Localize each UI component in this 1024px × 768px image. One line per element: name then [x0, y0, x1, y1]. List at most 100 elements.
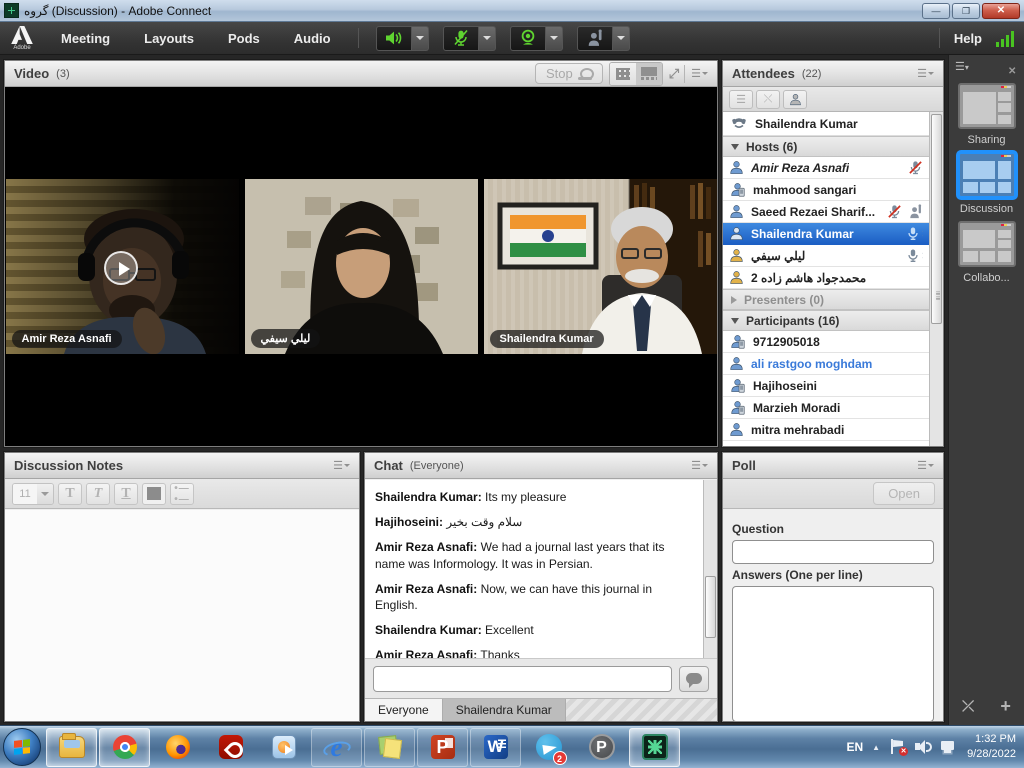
notes-pod-menu-icon[interactable] [333, 459, 350, 472]
attendee-row[interactable]: Marzieh Moradi [723, 397, 929, 419]
layout-thumb-sharing[interactable] [958, 83, 1016, 129]
layout-thumb-collaboration[interactable] [958, 221, 1016, 267]
set-status-button[interactable] [577, 26, 613, 51]
participants-section-header[interactable]: Participants (16) [723, 310, 929, 331]
restore-button[interactable] [952, 3, 980, 19]
attendee-list-view-icon[interactable]: ☰ [729, 90, 753, 109]
add-layout-icon[interactable]: + [1000, 696, 1011, 717]
microphone-button[interactable] [443, 26, 479, 51]
poll-answers-textarea[interactable] [732, 586, 934, 722]
attendee-row[interactable]: Hajihoseini [723, 375, 929, 397]
italic-button[interactable]: T [86, 483, 110, 505]
show-hidden-icons-arrow[interactable]: ▲ [872, 743, 880, 752]
network-icon[interactable] [941, 739, 958, 755]
menu-layouts[interactable]: Layouts [127, 31, 211, 46]
start-button[interactable] [3, 728, 41, 766]
attendees-pod-menu-icon[interactable] [917, 67, 934, 80]
taskbar-word-button[interactable]: W [470, 728, 521, 767]
chat-input[interactable] [373, 666, 672, 692]
attendee-status-view-icon[interactable] [783, 90, 807, 109]
taskbar-firefox-button[interactable] [152, 728, 203, 767]
help-menu[interactable]: Help [954, 31, 982, 46]
taskbar-mediaplayer-button[interactable] [258, 728, 309, 767]
video-feed-amir[interactable]: Amir Reza Asnafi [6, 179, 239, 354]
taskbar-chrome-button[interactable] [99, 728, 150, 767]
pin-icon[interactable] [1008, 61, 1018, 71]
speaker-dropdown[interactable] [412, 26, 429, 51]
poll-toolbar: Open [723, 479, 943, 509]
mic-blocked-icon [887, 204, 902, 219]
attendee-row[interactable]: محمدجواد هاشم زاده 2 [723, 267, 929, 289]
layout-tools-icon[interactable]: ⤫ [962, 698, 974, 715]
underline-button[interactable]: T [114, 483, 138, 505]
play-overlay-icon[interactable] [104, 251, 138, 285]
menu-pods[interactable]: Pods [211, 31, 277, 46]
layout-thumb-discussion-active[interactable] [958, 152, 1016, 198]
text-color-button[interactable] [142, 483, 166, 505]
menu-audio[interactable]: Audio [277, 31, 348, 46]
webcam-dropdown[interactable] [546, 26, 563, 51]
presenters-section-header[interactable]: Presenters (0) [723, 289, 929, 310]
chat-bubble-icon [686, 673, 702, 684]
attendee-row-selected[interactable]: Shailendra Kumar [723, 223, 929, 245]
open-poll-button[interactable]: Open [873, 482, 935, 505]
bold-button[interactable]: T [58, 483, 82, 505]
language-indicator[interactable]: EN [846, 740, 863, 754]
chat-pod-menu-icon[interactable] [691, 459, 708, 472]
breakout-room-icon[interactable]: ⤬ [756, 90, 780, 109]
menu-meeting[interactable]: Meeting [44, 31, 127, 46]
video-feed-leili[interactable]: ليلي سيفي [245, 179, 478, 354]
video-feed-shailendra[interactable]: Shailendra Kumar [484, 179, 717, 354]
host-person-icon [729, 204, 744, 219]
chat-tab-shailendra-kumar[interactable]: Shailendra Kumar [443, 699, 566, 721]
chat-scrollbar[interactable] [703, 480, 717, 658]
grid-view-button[interactable] [610, 63, 636, 85]
attendee-row[interactable]: Saeed Rezaei Sharif... [723, 201, 929, 223]
font-size-select[interactable]: 11 [12, 483, 54, 505]
action-center-flag-icon[interactable]: ✕ [889, 739, 906, 755]
notes-editor-area[interactable] [5, 510, 359, 721]
pod-resize-grip[interactable]: ≡≡ [932, 291, 944, 307]
attendee-row[interactable]: Amir Reza Asnafi [723, 157, 929, 179]
scrollbar-thumb[interactable] [705, 576, 716, 638]
send-message-button[interactable] [679, 666, 709, 692]
taskbar-telegram-button[interactable]: 2 [523, 728, 574, 767]
minimize-button[interactable] [922, 3, 950, 19]
close-button[interactable] [982, 3, 1020, 19]
attendee-row[interactable]: 9712905018 [723, 331, 929, 353]
clock[interactable]: 1:32 PM 9/28/2022 [967, 732, 1016, 762]
taskbar-ie-button[interactable]: e [311, 728, 362, 767]
attendee-row[interactable]: mahmood sangari [723, 179, 929, 201]
video-pod-menu-icon[interactable] [691, 67, 708, 80]
signal-bars-icon[interactable] [996, 29, 1014, 47]
attendee-row[interactable]: ali rastgoo moghdam [723, 353, 929, 375]
attendee-row[interactable]: mitra mehrabadi [723, 419, 929, 441]
layout-menu-icon[interactable]: ☰ [955, 60, 969, 73]
set-status-dropdown[interactable] [613, 26, 630, 51]
video-pod-body: Amir Reza Asnafi [5, 87, 717, 446]
attendee-row[interactable]: ليلي سيفي [723, 245, 929, 267]
taskbar-acrobat-button[interactable] [205, 728, 256, 767]
acrobat-icon [219, 735, 243, 759]
poll-pod-menu-icon[interactable] [917, 459, 934, 472]
poll-question-input[interactable] [732, 540, 934, 564]
fullscreen-icon[interactable]: ⤢ [669, 66, 678, 82]
error-badge-icon: ✕ [899, 747, 908, 756]
hosts-section-header[interactable]: Hosts (6) [723, 136, 929, 157]
speaker-button[interactable] [376, 26, 412, 51]
chat-tab-everyone[interactable]: Everyone [365, 699, 443, 721]
stop-webcam-button[interactable]: Stop [535, 63, 603, 84]
taskbar-powerpoint-button[interactable]: P [417, 728, 468, 767]
filmstrip-view-button[interactable] [636, 63, 662, 85]
microphone-dropdown[interactable] [479, 26, 496, 51]
chat-message-list[interactable]: Shailendra Kumar: Its my pleasure Hajiho… [365, 480, 703, 658]
taskbar-psiphon-button[interactable]: P [576, 728, 627, 767]
adobe-wordmark: Adobe [13, 45, 30, 51]
taskbar-explorer-button[interactable] [46, 728, 97, 767]
bullet-list-button[interactable]: •—•— [170, 483, 194, 505]
webcam-button[interactable] [510, 26, 546, 51]
attendees-scrollbar[interactable] [929, 112, 943, 446]
taskbar-stickynotes-button[interactable] [364, 728, 415, 767]
taskbar-adobe-connect-button[interactable] [629, 728, 680, 767]
volume-icon[interactable] [915, 739, 932, 755]
